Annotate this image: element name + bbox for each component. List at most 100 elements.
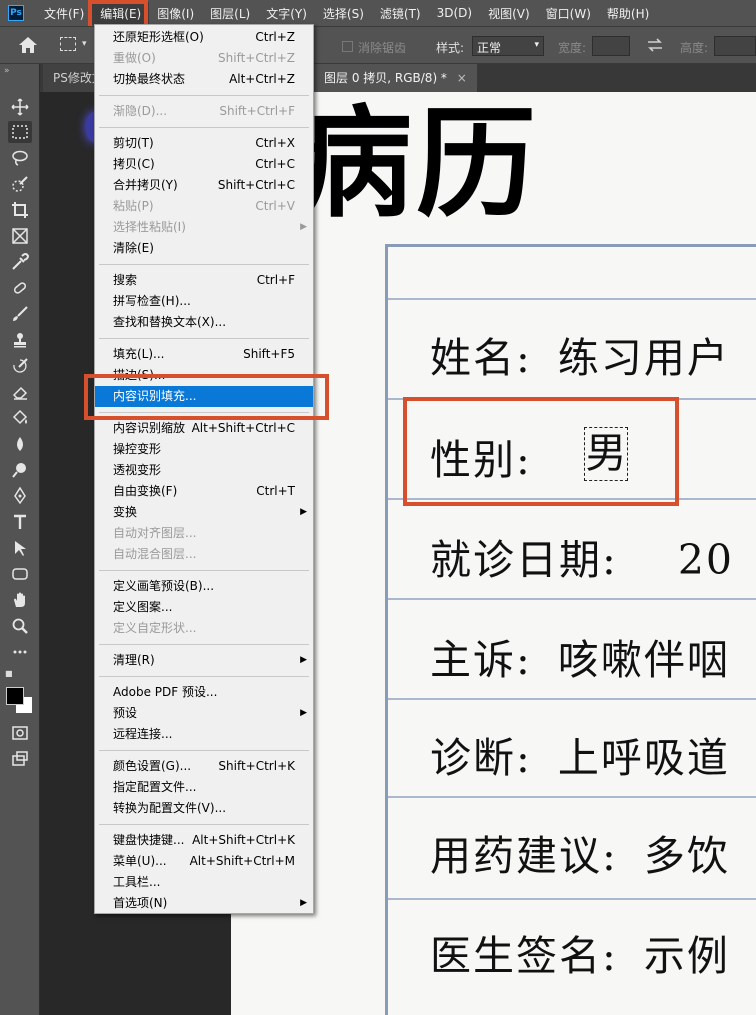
menu-filter[interactable]: 滤镜(T) [372,2,429,25]
edit-menu-item[interactable]: 操控变形 [95,439,313,460]
menu-type[interactable]: 文字(Y) [258,2,315,25]
menu-item-shortcut: Ctrl+Z [255,30,295,44]
swap-icon[interactable] [646,37,664,53]
menu-item-shortcut: Ctrl+T [256,484,295,498]
menu-item-label: 操控变形 [113,442,162,456]
foreground-color-swatch[interactable] [6,687,24,705]
width-input[interactable] [592,36,630,56]
edit-menu-item[interactable]: 查找和替换文本(X)... [95,312,313,333]
eraser-icon[interactable] [8,381,32,403]
quick-mask-icon[interactable] [8,722,32,744]
edit-menu-item[interactable]: 渐隐(D)... Shift+Ctrl+F [95,101,313,122]
pen-icon[interactable] [8,485,32,507]
frame-icon[interactable] [8,225,32,247]
edit-menu-item[interactable]: 首选项(N) ▶ [95,893,313,914]
menu-item-label: 渐隐(D)... [113,104,168,118]
paint-bucket-icon[interactable] [8,407,32,429]
edit-menu-item[interactable]: 内容识别缩放 Alt+Shift+Ctrl+C [95,418,313,439]
home-icon[interactable] [18,36,38,54]
menu-layer[interactable]: 图层(L) [202,2,258,25]
lasso-icon[interactable] [8,147,32,169]
menu-item-shortcut: Shift+Ctrl+F [219,104,295,118]
menu-select[interactable]: 选择(S) [315,2,372,25]
edit-menu-item[interactable]: 键盘快捷键... Alt+Shift+Ctrl+K [95,830,313,851]
spot-healing-icon[interactable] [8,277,32,299]
history-brush-icon[interactable] [8,355,32,377]
edit-menu-item[interactable]: 自由变换(F) Ctrl+T [95,481,313,502]
menu-file[interactable]: 文件(F) [36,2,92,25]
more-icon[interactable] [8,641,32,663]
edit-menu-item[interactable]: 远程连接... [95,724,313,745]
crop-icon[interactable] [8,199,32,221]
default-colors-icon[interactable]: ■ [5,669,13,678]
edit-menu-item[interactable]: 粘贴(P) Ctrl+V [95,196,313,217]
path-selection-icon[interactable] [8,537,32,559]
edit-menu-item[interactable]: 定义图案... [95,597,313,618]
edit-menu-item[interactable]: 定义自定形状... [95,618,313,639]
stamp-icon[interactable] [8,329,32,351]
chevron-down-icon[interactable]: ▾ [82,39,87,49]
edit-menu-item[interactable]: 合并拷贝(Y) Shift+Ctrl+C [95,175,313,196]
height-input[interactable] [714,36,756,56]
antialias-checkbox[interactable] [342,41,353,52]
edit-menu-item[interactable]: 变换 ▶ [95,502,313,523]
menu-view[interactable]: 视图(V) [480,2,538,25]
menu-item-shortcut: Shift+Ctrl+K [218,759,295,773]
edit-menu-item[interactable]: Adobe PDF 预设... [95,682,313,703]
edit-menu-item[interactable]: 工具栏... [95,872,313,893]
tab-ps-document[interactable]: PS修改文 [43,64,98,92]
edit-menu-item[interactable]: 搜索 Ctrl+F [95,270,313,291]
rectangle-icon[interactable] [8,563,32,585]
edit-menu-item[interactable]: 指定配置文件... [95,777,313,798]
menu-item-label: 工具栏... [113,875,161,889]
menu-item-shortcut: Ctrl+C [255,157,295,171]
edit-menu-item[interactable]: 清理(R) ▶ [95,650,313,671]
menu-item-label: 粘贴(P) [113,199,154,213]
style-select[interactable]: 正常 ▾ [472,36,544,56]
menu-3d[interactable]: 3D(D) [429,3,480,23]
panel-grip-icon[interactable]: » [4,66,10,76]
edit-menu-item[interactable]: 剪切(T) Ctrl+X [95,133,313,154]
menu-separator [99,750,309,751]
hand-icon[interactable] [8,589,32,611]
submenu-arrow-icon: ▶ [300,898,307,908]
edit-menu-item[interactable]: 定义画笔预设(B)... [95,576,313,597]
menu-item-label: 自动混合图层... [113,547,197,561]
edit-menu-item[interactable]: 预设 ▶ [95,703,313,724]
menu-item-label: 预设 [113,706,138,720]
document-title: 病历 [292,93,540,234]
eyedropper-icon[interactable] [8,251,32,273]
menu-image[interactable]: 图像(I) [149,2,202,25]
dodge-icon[interactable] [8,459,32,481]
zoom-icon[interactable] [8,615,32,637]
quick-selection-icon[interactable] [8,173,32,195]
row-value: 多饮 [643,832,730,880]
menu-help[interactable]: 帮助(H) [599,2,657,25]
brush-icon[interactable] [8,303,32,325]
edit-menu-item[interactable]: 选择性粘贴(I) ▶ [95,217,313,238]
edit-menu-item[interactable]: 颜色设置(G)... Shift+Ctrl+K [95,756,313,777]
edit-menu-item[interactable]: 自动混合图层... [95,544,313,565]
edit-menu-item[interactable]: 重做(O) Shift+Ctrl+Z [95,48,313,69]
edit-menu-item[interactable]: 转换为配置文件(V)... [95,798,313,819]
edit-menu-item[interactable]: 拷贝(C) Ctrl+C [95,154,313,175]
type-icon[interactable] [8,511,32,533]
edit-menu-item[interactable]: 透视变形 [95,460,313,481]
form-row-complaint: 主诉: 咳嗽伴咽 [430,626,730,686]
menu-window[interactable]: 窗口(W) [538,2,599,25]
rectangular-marquee-icon[interactable] [8,121,32,143]
edit-menu-item[interactable]: 还原矩形选框(O) Ctrl+Z [95,27,313,48]
marquee-preset-icon[interactable] [60,37,76,51]
edit-menu-item[interactable]: 自动对齐图层... [95,523,313,544]
menu-item-label: 剪切(T) [113,136,154,150]
edit-menu-item[interactable]: 清除(E) [95,238,313,259]
move-icon[interactable] [8,96,32,118]
blur-icon[interactable] [8,433,32,455]
edit-menu-item[interactable]: 填充(L)... Shift+F5 [95,344,313,365]
edit-menu-item[interactable]: 菜单(U)... Alt+Shift+Ctrl+M [95,851,313,872]
menu-item-label: 合并拷贝(Y) [113,178,178,192]
edit-menu-item[interactable]: 拼写检查(H)... [95,291,313,312]
edit-menu-dropdown: 还原矩形选框(O) Ctrl+Z 重做(O) Shift+Ctrl+Z 切换最终状态 Al… [94,24,314,914]
screen-mode-icon[interactable] [8,748,32,770]
edit-menu-item[interactable]: 切换最终状态 Alt+Ctrl+Z [95,69,313,90]
